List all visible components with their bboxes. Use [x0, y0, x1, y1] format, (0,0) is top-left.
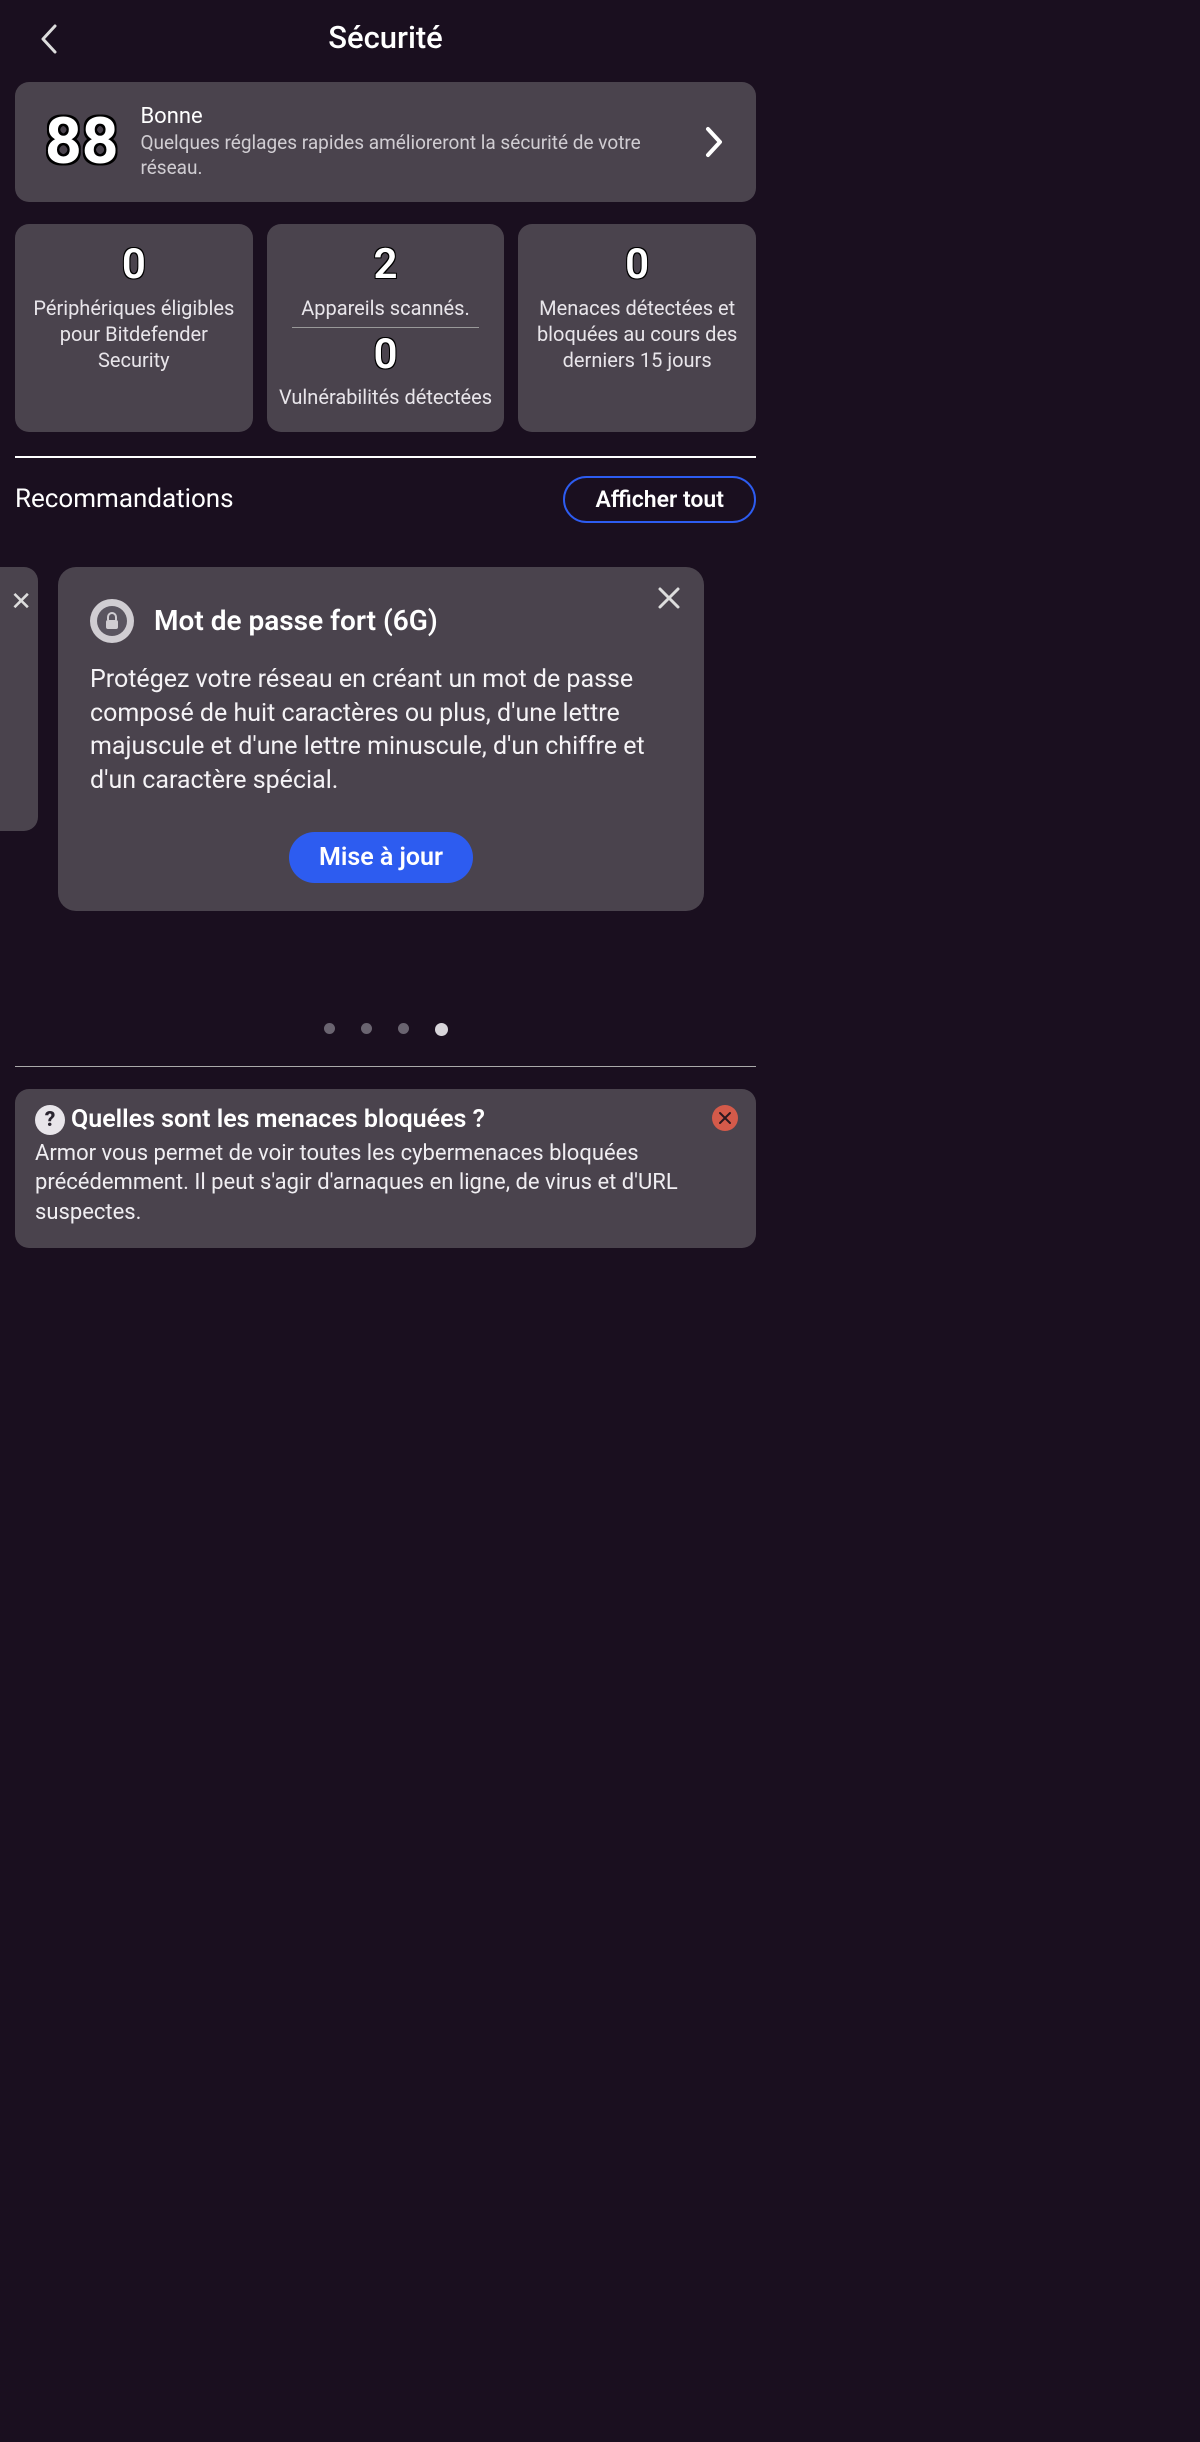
recommendation-card-previous[interactable]: ✕: [0, 567, 38, 831]
recommendation-title: Mot de passe fort (6G): [154, 604, 438, 637]
stat-value: 0: [373, 332, 397, 378]
security-score-status: Bonne: [140, 104, 682, 129]
stat-label: Appareils scannés.: [301, 295, 470, 321]
lock-icon: [90, 599, 134, 643]
stat-label: Menaces détectées et bloquées au cours d…: [526, 295, 748, 373]
security-score-description: Quelques réglages rapides amélioreront l…: [140, 131, 682, 180]
carousel-dot-active[interactable]: [435, 1023, 448, 1036]
carousel-dot[interactable]: [361, 1023, 372, 1034]
stat-card-threats[interactable]: 0 Menaces détectées et bloquées au cours…: [518, 224, 756, 431]
info-banner: ? Quelles sont les menaces bloquées ? Ar…: [15, 1089, 756, 1248]
close-icon: [656, 585, 682, 611]
carousel-dot[interactable]: [324, 1023, 335, 1034]
stat-value: 0: [625, 242, 649, 288]
close-button[interactable]: [712, 1105, 738, 1131]
back-button[interactable]: [38, 22, 62, 60]
stat-label: Vulnérabilités détectées: [279, 384, 492, 410]
carousel-dot[interactable]: [398, 1023, 409, 1034]
page-title: Sécurité: [20, 19, 751, 56]
info-title: Quelles sont les menaces bloquées ?: [71, 1105, 485, 1134]
stat-value: 2: [373, 242, 397, 288]
chevron-left-icon: [38, 22, 62, 56]
divider: [15, 456, 756, 458]
header: Sécurité: [0, 0, 771, 74]
recommendations-heading: Recommandations: [15, 484, 234, 514]
stat-card-eligible-devices[interactable]: 0 Périphériques éligibles pour Bitdefend…: [15, 224, 253, 431]
stat-card-scanned[interactable]: 2 Appareils scannés. 0 Vulnérabilités dé…: [267, 224, 505, 431]
help-icon: ?: [35, 1105, 65, 1135]
close-icon: ✕: [10, 587, 32, 617]
recommendation-body: Protégez votre réseau en créant un mot d…: [90, 663, 672, 798]
security-score-value: 88: [45, 110, 118, 174]
update-button[interactable]: Mise à jour: [289, 832, 473, 883]
carousel-dots: [15, 1023, 756, 1036]
divider: [292, 327, 478, 328]
divider: [15, 1066, 756, 1067]
security-score-card[interactable]: 88 Bonne Quelques réglages rapides améli…: [15, 82, 756, 202]
stat-value: 0: [122, 242, 146, 288]
close-button[interactable]: [656, 585, 682, 615]
close-icon: [718, 1111, 732, 1125]
info-body: Armor vous permet de voir toutes les cyb…: [35, 1139, 736, 1228]
recommendation-card: Mot de passe fort (6G) Protégez votre ré…: [58, 567, 704, 911]
chevron-right-icon: [704, 125, 726, 159]
show-all-button[interactable]: Afficher tout: [563, 476, 756, 523]
stat-label: Périphériques éligibles pour Bitdefender…: [23, 295, 245, 373]
